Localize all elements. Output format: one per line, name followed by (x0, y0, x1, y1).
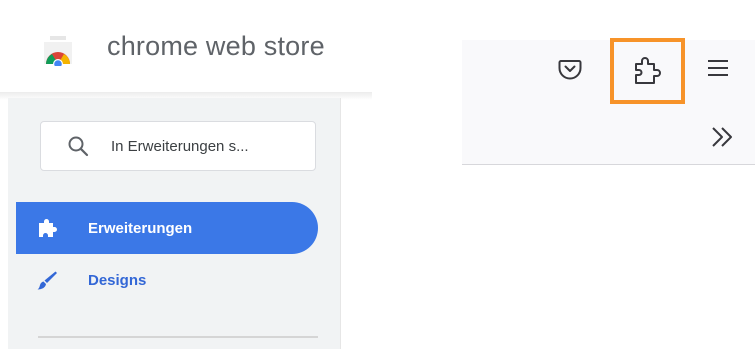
store-header: chrome web store (0, 0, 372, 95)
search-box[interactable] (40, 121, 316, 171)
pocket-icon[interactable] (557, 56, 583, 82)
paintbrush-icon (37, 271, 57, 290)
chrome-web-store-logo[interactable] (40, 34, 76, 66)
nav-item-extensions[interactable]: Erweiterungen (16, 202, 318, 254)
nav-label-designs: Designs (88, 271, 147, 289)
nav-item-designs[interactable]: Designs (16, 254, 318, 306)
nav-label-extensions: Erweiterungen (88, 219, 193, 237)
puzzle-piece-icon (39, 219, 57, 237)
toolbar-bottom-border (462, 164, 755, 165)
store-title: chrome web store (107, 31, 325, 61)
search-input[interactable] (111, 136, 307, 156)
sidebar-divider (38, 336, 318, 338)
hamburger-menu-icon[interactable] (706, 57, 730, 79)
puzzle-piece-outline-icon[interactable] (632, 54, 662, 86)
search-icon (68, 136, 89, 157)
sidebar-border (340, 98, 341, 349)
chevron-double-right-icon[interactable] (709, 125, 737, 149)
chrome-web-store-panel: chrome web store Erweiterungen Designs (0, 0, 372, 349)
